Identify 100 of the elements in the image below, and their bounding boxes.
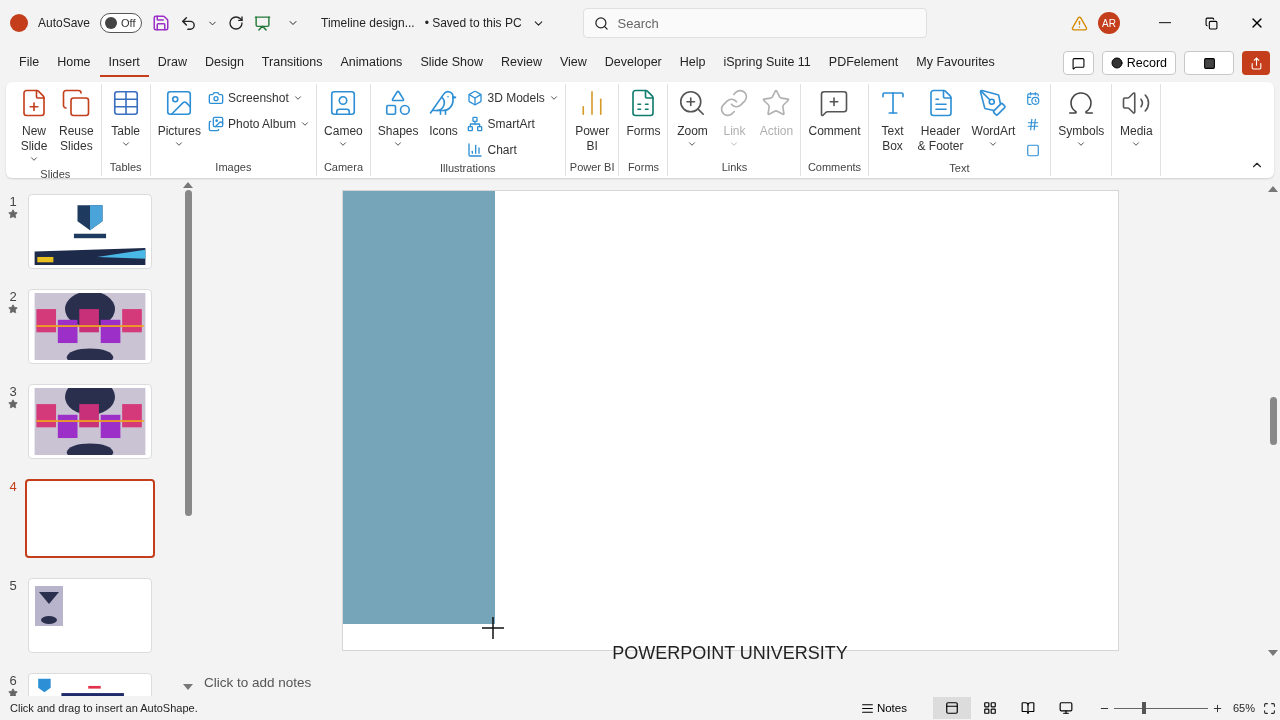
notes-placeholder[interactable]: Click to add notes [204, 674, 312, 690]
ribbon-button[interactable]: Comment [805, 84, 864, 143]
wordart-icon [978, 88, 1009, 118]
document-title[interactable]: Timeline design... [321, 16, 415, 30]
save-status[interactable]: • Saved to this PC [424, 16, 522, 30]
ribbon-tab[interactable]: Insert [99, 49, 149, 77]
scroll-down-icon[interactable] [1268, 650, 1278, 656]
group-label: Tables [109, 161, 142, 175]
ribbon-tab[interactable]: Slide Show [411, 49, 492, 77]
link-icon [719, 88, 750, 118]
ribbon-button[interactable]: Screenshot [206, 86, 313, 110]
group-label: Text [949, 162, 970, 176]
ribbon-tab[interactable]: iSpring Suite 11 [714, 49, 820, 77]
ribbon-tab[interactable]: Animations [331, 49, 412, 77]
star-icon [761, 88, 792, 118]
zoom-slider-thumb[interactable] [1142, 702, 1147, 714]
share-icon [1249, 56, 1263, 70]
ribbon-button[interactable]: Header & Footer [914, 84, 967, 158]
ribbon-tab[interactable]: Design [195, 49, 253, 77]
ribbon-button[interactable]: Pictures [154, 84, 205, 153]
search-icon [593, 15, 609, 31]
group-label: Slides [40, 168, 71, 182]
slide-sorter-icon [982, 701, 997, 715]
crosshair-cursor-icon [481, 617, 504, 639]
photo-album-icon [208, 116, 225, 132]
ribbon-button[interactable]: Zoom [672, 84, 713, 153]
scrollbar-thumb[interactable] [1269, 397, 1277, 445]
reading-view-icon [1020, 701, 1035, 715]
ribbon-button[interactable]: Icons [423, 84, 464, 143]
share-button[interactable] [1242, 51, 1270, 75]
ribbon-button[interactable]: WordArt [968, 84, 1019, 153]
ribbon-button[interactable]: Symbols [1055, 84, 1108, 153]
ribbon-button[interactable]: Photo Album [206, 112, 313, 136]
status-message: Click and drag to insert an AutoShape. [10, 702, 198, 714]
slides-search-icon [61, 88, 92, 118]
ribbon-tab[interactable]: My Favourites [907, 49, 1004, 77]
ribbon-button[interactable]: Table [105, 84, 146, 153]
user-avatar[interactable]: AR [1098, 12, 1120, 34]
scroll-down-icon[interactable] [183, 684, 193, 690]
ribbon-tab[interactable]: Review [491, 49, 551, 77]
search-field[interactable]: Search [582, 8, 927, 38]
save-icon[interactable] [152, 14, 171, 32]
notes-button[interactable]: Notes [854, 700, 913, 716]
ribbon-tab[interactable]: Home [48, 49, 100, 77]
ribbon-button[interactable]: SmartArt [465, 112, 561, 136]
teams-button[interactable] [1184, 51, 1234, 75]
autosave-toggle[interactable]: Off [100, 13, 143, 33]
group-label: Forms [627, 161, 660, 175]
presentation-icon[interactable] [254, 14, 272, 32]
ribbon-button[interactable]: Cameo [321, 84, 366, 153]
group-label: Camera [323, 161, 363, 175]
ribbon-tab[interactable]: Transitions [252, 49, 332, 77]
undo-icon[interactable] [180, 14, 198, 32]
ribbon-tab[interactable]: PDFelement [819, 49, 908, 77]
camera-icon [208, 90, 225, 106]
scroll-up-icon[interactable] [1268, 186, 1278, 192]
comments-button[interactable] [1062, 51, 1094, 75]
ribbon-tab[interactable]: Developer [595, 49, 671, 77]
ribbon-button[interactable]: New Slide [14, 84, 54, 168]
ribbon-button[interactable]: 3D Models [465, 86, 561, 110]
view-button[interactable] [932, 697, 971, 719]
slide-number: 3 [9, 384, 17, 399]
comment-icon [1071, 56, 1085, 70]
ribbon-button[interactable]: Shapes [374, 84, 422, 153]
app-logo-icon [10, 14, 28, 32]
smartart-icon [467, 116, 484, 132]
fit-to-window-icon[interactable] [1263, 701, 1276, 715]
slide-number: 5 [9, 578, 17, 593]
zoom-percentage[interactable]: 65% [1232, 702, 1255, 714]
autosave-label: AutoSave [38, 16, 91, 30]
ribbon-button[interactable]: Media [1116, 84, 1157, 153]
ribbon-button[interactable]: Text Box [872, 84, 913, 158]
record-button[interactable]: Record [1101, 51, 1176, 75]
minimize-icon [1159, 22, 1171, 24]
slide-number: 6 [9, 673, 17, 688]
notes-icon [860, 701, 874, 715]
normal-view-icon [944, 701, 959, 715]
group-label: Power BI [569, 161, 615, 175]
ribbon-tab[interactable]: View [550, 49, 596, 77]
zoom-in-icon[interactable] [1211, 702, 1223, 714]
ribbon-button[interactable]: Chart [465, 138, 561, 162]
ribbon-tab[interactable]: File [10, 49, 49, 77]
date-time-icon [1026, 89, 1041, 107]
restore-icon [1204, 16, 1218, 30]
redo-icon[interactable] [228, 15, 245, 31]
ribbon-button[interactable]: Forms [623, 84, 664, 143]
ribbon-button[interactable]: Power BI [572, 84, 613, 158]
slideshow-icon [1058, 701, 1073, 715]
slide-number: 4 [9, 479, 17, 494]
slide-thumbnail[interactable] [25, 479, 155, 558]
scrollbar-thumb[interactable] [184, 190, 192, 516]
slide-number: 2 [9, 289, 17, 304]
slide-number: 1 [9, 194, 17, 209]
cube-icon [467, 90, 484, 106]
ribbon-tab[interactable]: Help [670, 49, 715, 77]
comment-icon [819, 88, 850, 118]
ribbon-button[interactable]: Reuse Slides [56, 84, 97, 158]
slide-caption: POWERPOINT UNIVERSITY [612, 643, 848, 663]
ribbon-tab[interactable]: Draw [148, 49, 196, 77]
bird-icon [428, 88, 459, 118]
